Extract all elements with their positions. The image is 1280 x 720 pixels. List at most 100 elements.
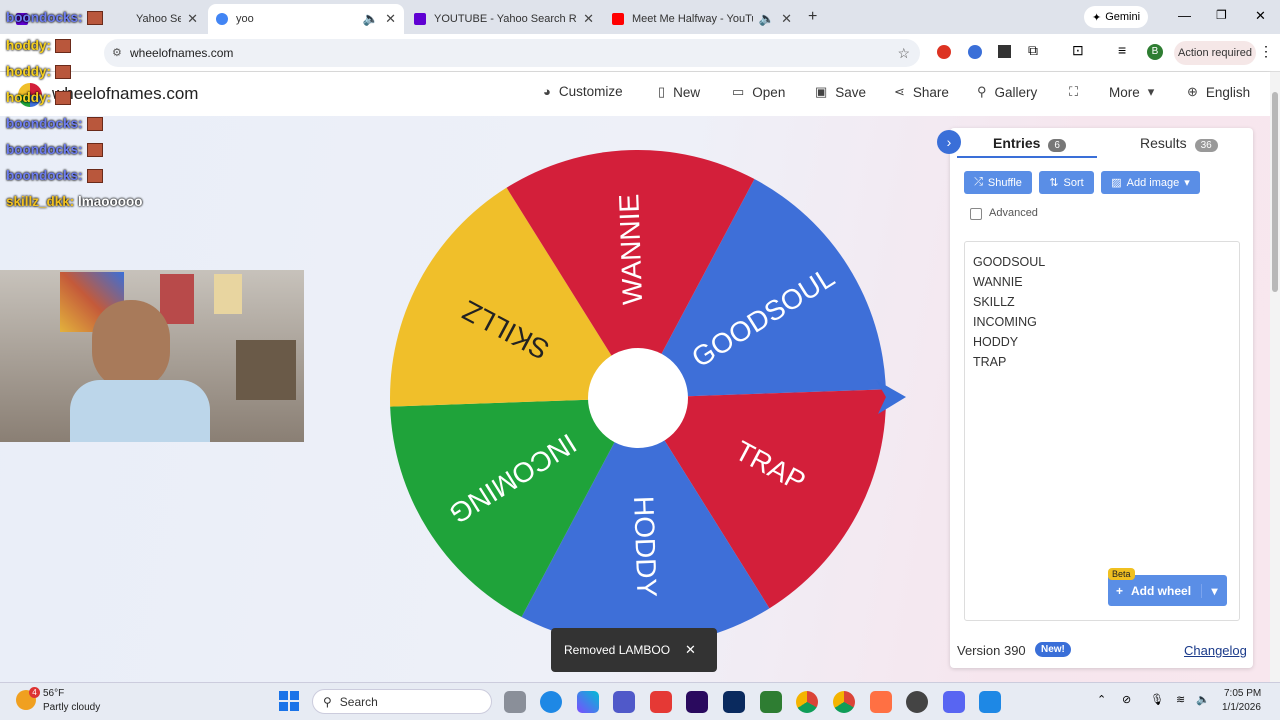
close-tab-icon[interactable]: ✕ (187, 11, 198, 27)
weather-temp[interactable]: 56°F (43, 688, 64, 699)
teams-icon[interactable] (613, 691, 635, 713)
clock-date[interactable]: 1/1/2026 (1222, 702, 1261, 713)
scrollbar[interactable] (1270, 72, 1280, 682)
more-button[interactable]: More ▾ (1109, 84, 1154, 100)
wheel-of-names[interactable]: GOODSOULTRAPHODDYINCOMINGSKILLZWANNIE (380, 140, 920, 640)
tab-entries[interactable]: Entries 6 (993, 135, 1066, 152)
tab-meet-me-halfway[interactable]: Meet Me Halfway - YouTube 🔈 ✕ (604, 4, 800, 34)
language-button[interactable]: ⊕ English (1187, 84, 1250, 100)
chat-text: lmaooooo (74, 194, 143, 209)
caret-down-icon: ▾ (1184, 177, 1190, 189)
tab-results[interactable]: Results 36 (1140, 135, 1218, 152)
add-image-button[interactable]: ▨ Add image ▾ (1101, 171, 1200, 194)
notepad-icon[interactable] (979, 691, 1001, 713)
chat-message: hoddy: (6, 64, 71, 80)
windows-taskbar: 4 56°F Partly cloudy ⚲ Search ⌃ ⊘ 🎙 ≋ 🔈 7… (0, 682, 1280, 720)
shuffle-button[interactable]: ⤮ Shuffle (964, 171, 1032, 194)
obs-icon[interactable] (906, 691, 928, 713)
action-required-button[interactable]: Action required (1174, 41, 1256, 65)
mic-icon[interactable]: 🎙 (1150, 693, 1164, 706)
entries-textarea[interactable]: GOODSOUL WANNIE SKILLZ INCOMING HODDY TR… (964, 241, 1240, 621)
network-icon[interactable]: ⊘ (1122, 693, 1131, 706)
copilot-icon[interactable] (577, 691, 599, 713)
start-button[interactable] (279, 691, 299, 711)
restore-icon[interactable]: ❐ (1216, 8, 1227, 22)
file-icon: ▯ (658, 84, 666, 99)
beta-badge: Beta (1108, 568, 1135, 580)
discord-icon[interactable] (943, 691, 965, 713)
profile-avatar[interactable]: B (1147, 44, 1163, 60)
puzzle-icon[interactable]: ⧉ (1028, 42, 1038, 59)
share-icon: ⋖ (894, 84, 905, 99)
chrome-icon[interactable] (796, 691, 818, 713)
advanced-checkbox[interactable] (970, 208, 982, 220)
volume-icon[interactable]: 🔈 (1196, 693, 1210, 706)
extension-icon[interactable] (968, 45, 982, 59)
tab-search-icon[interactable]: ⊡ (1072, 42, 1084, 59)
tab-youtube-search[interactable]: YOUTUBE - Yahoo Search Results ✕ (406, 4, 602, 34)
wheel-center[interactable] (588, 348, 688, 448)
minimize-icon[interactable]: — (1178, 8, 1191, 23)
wifi-icon[interactable]: ≋ (1176, 693, 1185, 706)
share-button[interactable]: ⋖ Share (894, 84, 949, 100)
image-icon: ▨ (1111, 177, 1122, 189)
sort-button[interactable]: ⇅ Sort (1039, 171, 1094, 194)
bookmark-star-icon[interactable]: ☆ (897, 39, 910, 67)
webcam-overlay (0, 270, 304, 442)
premiere-icon[interactable] (686, 691, 708, 713)
youtube-icon (612, 13, 624, 25)
save-button[interactable]: ▣ Save (815, 84, 866, 100)
open-button[interactable]: ▭ Open (732, 84, 785, 100)
clock-time[interactable]: 7:05 PM (1224, 688, 1261, 699)
changelog-link[interactable]: Changelog (1184, 643, 1247, 658)
chevron-up-icon[interactable]: ⌃ (1097, 693, 1106, 706)
poster-image (214, 274, 242, 314)
photoshop-icon[interactable] (723, 691, 745, 713)
app-icon[interactable] (650, 691, 672, 713)
emote-icon (55, 39, 71, 54)
site-header: wheelofnames.com ◕ Customize ▯ New ▭ Open ▣… (0, 72, 1270, 116)
speaker-icon[interactable]: 🔈 (759, 11, 775, 27)
menu-dots-icon[interactable]: ⋮ (1259, 43, 1273, 60)
scrollbar-thumb[interactable] (1272, 92, 1278, 292)
furniture (236, 340, 296, 400)
customize-button[interactable]: ◕ Customize (543, 84, 623, 99)
new-badge: New! (1035, 642, 1071, 657)
close-tab-icon[interactable]: ✕ (385, 11, 396, 27)
taskbar-search[interactable]: ⚲ Search (312, 689, 492, 714)
site-info-icon[interactable]: ⚙ (112, 39, 122, 67)
task-view-icon[interactable] (504, 691, 526, 713)
emote-icon (86, 143, 103, 158)
google-icon (216, 13, 228, 25)
entry-line: GOODSOUL (973, 255, 1046, 269)
extension-icon[interactable] (998, 45, 1011, 58)
close-tab-icon[interactable]: ✕ (781, 11, 792, 27)
chrome-icon[interactable] (833, 691, 855, 713)
close-window-icon[interactable]: ✕ (1255, 8, 1266, 24)
opera-extension-icon[interactable] (937, 45, 951, 59)
tab-yoo[interactable]: yoo 🔈 ✕ (208, 4, 404, 34)
fullscreen-button[interactable]: ⛶ (1069, 84, 1078, 100)
chat-message: boondocks: (6, 168, 103, 184)
entry-line: INCOMING (973, 315, 1037, 329)
new-tab-icon[interactable]: + (808, 8, 817, 26)
close-toast-icon[interactable]: ✕ (685, 642, 696, 658)
app-icon[interactable] (870, 691, 892, 713)
close-tab-icon[interactable]: ✕ (583, 11, 594, 27)
url-field[interactable]: ⚙ wheelofnames.com ☆ (104, 39, 920, 67)
collapse-panel-icon[interactable]: › (937, 130, 961, 154)
address-bar-row: ⚙ wheelofnames.com ☆ ⧉ ⊡ ≡ B Action requ… (0, 34, 1280, 72)
site-logo-text[interactable]: wheelofnames.com (52, 84, 198, 104)
media-icon[interactable]: ≡ (1118, 42, 1126, 58)
gemini-button[interactable]: ✦ Gemini (1084, 6, 1148, 28)
gallery-button[interactable]: ⚲ Gallery (977, 84, 1037, 100)
wheel-slice-label: WANNIE (613, 193, 648, 305)
app-icon[interactable] (760, 691, 782, 713)
edge-icon[interactable] (540, 691, 562, 713)
speaker-icon[interactable]: 🔈 (363, 11, 379, 27)
chat-message: boondocks: (6, 116, 103, 132)
new-button[interactable]: ▯ New (658, 84, 700, 100)
caret-down-icon[interactable]: ▾ (1201, 583, 1227, 598)
weather-desc[interactable]: Partly cloudy (43, 702, 100, 713)
chat-username: boondocks: (6, 168, 83, 183)
